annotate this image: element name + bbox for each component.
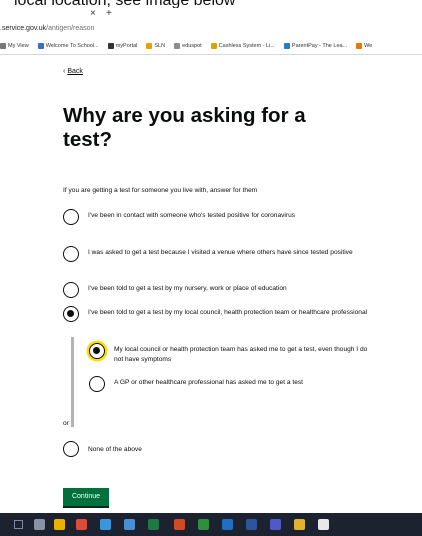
address-bar[interactable]: .service.gov.uk/antigen/reason <box>0 22 422 36</box>
conditional-divider <box>71 337 74 427</box>
bookmark-item[interactable]: Cashless System - Li... <box>210 38 275 54</box>
bookmark-item[interactable]: ParentPay - The Lea... <box>283 38 348 54</box>
page-title: Why are you asking for a test? <box>63 104 306 151</box>
we-icon <box>356 42 363 49</box>
search-icon[interactable] <box>14 520 23 529</box>
radio-button[interactable] <box>63 246 79 262</box>
radio-button[interactable] <box>63 209 79 225</box>
back-label: Back <box>67 68 83 75</box>
bookmark-label: Cashless System - Li... <box>218 43 275 49</box>
school-icon <box>37 42 44 49</box>
word-icon[interactable] <box>246 519 257 530</box>
option-label: My local council or health protection te… <box>114 346 368 363</box>
people-icon[interactable] <box>124 519 135 530</box>
sln-icon <box>146 42 153 49</box>
page-content: ‹ Back Why are you asking for a test? If … <box>0 54 422 513</box>
tab-strip: × + <box>0 8 422 20</box>
bookmark-item[interactable]: eduspot <box>174 38 202 54</box>
radio-button[interactable] <box>89 343 105 359</box>
bookmark-item[interactable]: My View <box>0 38 29 54</box>
chrome-icon[interactable] <box>76 519 87 530</box>
edge-icon[interactable] <box>100 519 111 530</box>
option-label: None of the above <box>88 446 142 453</box>
app-white-icon[interactable] <box>318 519 329 530</box>
option-label: I was asked to get a test because I visi… <box>88 249 353 256</box>
radio-button[interactable] <box>89 376 105 392</box>
project-icon[interactable] <box>198 519 209 530</box>
outlook-icon[interactable] <box>222 519 233 530</box>
taskbar <box>0 513 422 536</box>
bookmark-label: My View <box>8 43 29 49</box>
address-domain: .service.gov.uk <box>0 25 47 32</box>
cashless-icon <box>210 42 217 49</box>
radio-button[interactable] <box>63 441 79 457</box>
radio-button[interactable] <box>63 282 79 298</box>
bookmark-item[interactable]: SLN <box>146 38 165 54</box>
teams-icon[interactable] <box>270 519 281 530</box>
or-divider: or <box>63 420 69 427</box>
bookmark-label: SLN <box>154 43 166 49</box>
continue-button[interactable]: Continue <box>63 488 109 506</box>
bookmark-item[interactable]: Welcome To School... <box>37 38 99 54</box>
excel-icon[interactable] <box>148 519 159 530</box>
task-view-icon[interactable] <box>34 519 45 530</box>
parentpay-icon <box>283 42 290 49</box>
new-tab-icon[interactable]: + <box>106 8 112 19</box>
option-label: A GP or other healthcare professional ha… <box>114 379 304 386</box>
bookmark-item[interactable]: We <box>356 38 372 54</box>
portal-icon <box>107 42 114 49</box>
bookmark-label: We <box>364 43 373 49</box>
address-path: /antigen/reason <box>46 25 95 32</box>
option-label: I've been told to get a test by my local… <box>88 309 368 316</box>
tab-close-icon[interactable]: × <box>90 8 96 19</box>
bookmark-label: myPortal <box>115 43 138 49</box>
powerpoint-icon[interactable] <box>174 519 185 530</box>
app-yellow-icon[interactable] <box>294 519 305 530</box>
bookmarks-bar: My View Welcome To School... myPortal SLN ed… <box>0 38 422 55</box>
bookmark-label: eduspot <box>182 43 202 49</box>
eduspot-icon <box>174 42 181 49</box>
bookmark-label: ParentPay - The Lea... <box>291 43 348 49</box>
option-label: I've been in contact with someone who's … <box>88 212 296 219</box>
hint-text: If you are getting a test for someone yo… <box>63 187 258 194</box>
radio-button[interactable] <box>63 306 79 322</box>
back-link[interactable]: ‹ Back <box>63 68 83 75</box>
bookmark-item[interactable]: myPortal <box>107 38 138 54</box>
person-icon <box>0 42 6 49</box>
chevron-left-icon: ‹ <box>63 68 66 75</box>
file-explorer-icon[interactable] <box>54 519 65 530</box>
option-label: I've been told to get a test by my nurse… <box>88 285 287 292</box>
top-caption: local location, see image below <box>0 0 422 8</box>
bookmark-label: Welcome To School... <box>45 43 99 49</box>
